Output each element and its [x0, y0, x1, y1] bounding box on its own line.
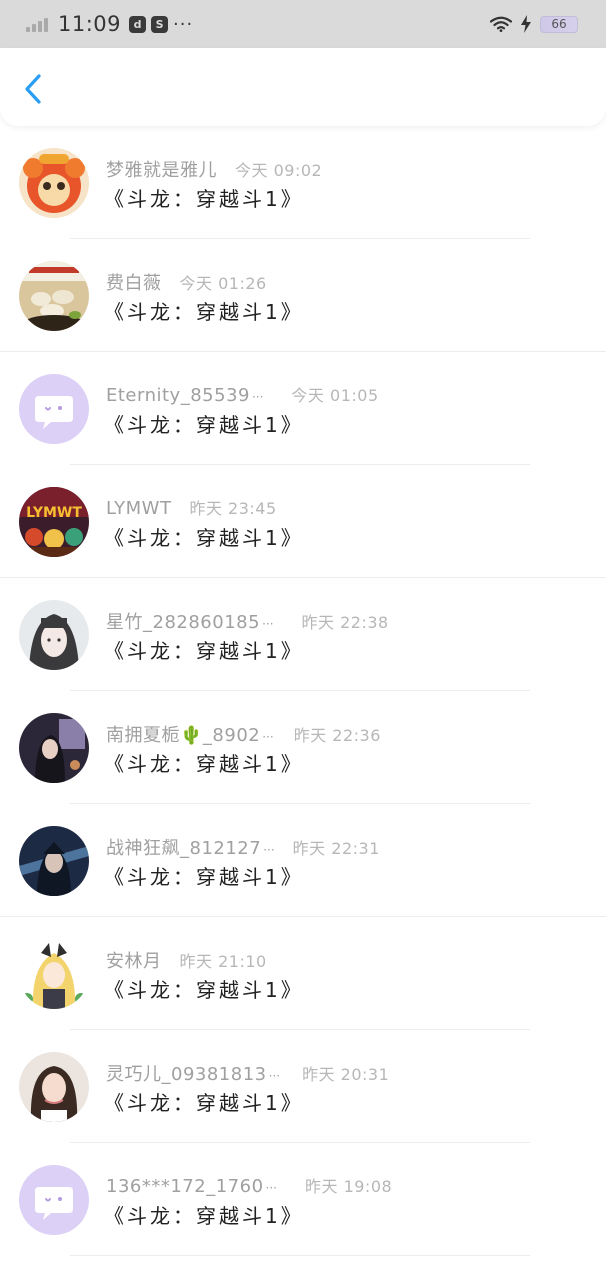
- row-meta: 南拥夏栀🌵_8902 ··· 昨天 22:36: [106, 721, 381, 746]
- timestamp: 昨天 22:31: [292, 839, 380, 858]
- chevron-left-icon: [25, 74, 41, 104]
- book-title: 《斗龙：穿越斗1》: [104, 1204, 304, 1228]
- avatar[interactable]: [19, 1165, 89, 1235]
- user-name: 星竹_282860185: [106, 612, 261, 633]
- user-name: 灵巧儿_09381813: [106, 1064, 267, 1085]
- app-notification-icon: S: [151, 15, 169, 33]
- row-meta: 费白薇 今天 01:26: [106, 269, 267, 294]
- row-meta: 灵巧儿_09381813 ··· 昨天 20:31: [106, 1060, 390, 1085]
- status-time: 11:09: [58, 12, 122, 36]
- avatar[interactable]: LYMWT: [19, 487, 89, 557]
- list-item[interactable]: 战神狂飙_812127 ··· 昨天 22:31 《斗龙：穿越斗1》: [0, 804, 606, 917]
- list-item[interactable]: Eternity_85539 ··· 今天 01:05 《斗龙：穿越斗1》: [0, 352, 606, 465]
- list-item[interactable]: 梦雅就是雅儿 今天 09:02 《斗龙：穿越斗1》: [0, 126, 606, 239]
- timestamp: 昨天 22:36: [293, 726, 381, 745]
- name-ellipsis: ···: [262, 617, 274, 631]
- status-right: 66: [490, 15, 578, 33]
- row-meta: 136***172_1760 ··· 昨天 19:08: [106, 1173, 393, 1197]
- wifi-icon: [490, 16, 512, 32]
- avatar[interactable]: [19, 374, 89, 444]
- row-meta: 安林月 昨天 21:10: [106, 947, 267, 972]
- name-ellipsis: ···: [263, 843, 275, 857]
- avatar[interactable]: [19, 826, 89, 896]
- avatar[interactable]: [19, 261, 89, 331]
- user-name: 战神狂飙_812127: [106, 838, 262, 859]
- timestamp: 今天 01:26: [179, 274, 267, 293]
- tiktok-icon: d: [129, 15, 147, 33]
- list-item[interactable]: 136***172_1760 ··· 昨天 19:08 《斗龙：穿越斗1》: [0, 1143, 606, 1256]
- avatar[interactable]: [19, 148, 89, 218]
- reader-list: 梦雅就是雅儿 今天 09:02 《斗龙：穿越斗1》 费白薇 今天 01:26 《…: [0, 126, 606, 1256]
- user-name: 安林月: [106, 951, 162, 972]
- timestamp: 昨天 23:45: [189, 499, 277, 518]
- book-title: 《斗龙：穿越斗1》: [104, 187, 304, 211]
- list-item[interactable]: 星竹_282860185 ··· 昨天 22:38 《斗龙：穿越斗1》: [0, 578, 606, 691]
- timestamp: 今天 09:02: [235, 161, 323, 180]
- list-item[interactable]: 南拥夏栀🌵_8902 ··· 昨天 22:36 《斗龙：穿越斗1》: [0, 691, 606, 804]
- avatar[interactable]: [19, 713, 89, 783]
- back-button[interactable]: [16, 72, 50, 106]
- list-item[interactable]: 费白薇 今天 01:26 《斗龙：穿越斗1》: [0, 239, 606, 352]
- battery-indicator: 66: [540, 15, 578, 33]
- top-header: [0, 48, 606, 126]
- row-meta: Eternity_85539 ··· 今天 01:05: [106, 382, 379, 406]
- avatar[interactable]: [19, 1052, 89, 1122]
- timestamp: 今天 01:05: [291, 386, 379, 405]
- row-meta: 星竹_282860185 ··· 昨天 22:38: [106, 608, 389, 633]
- user-name: 费白薇: [106, 273, 162, 294]
- list-item[interactable]: 灵巧儿_09381813 ··· 昨天 20:31 《斗龙：穿越斗1》: [0, 1030, 606, 1143]
- list-item[interactable]: 安林月 昨天 21:10 《斗龙：穿越斗1》: [0, 917, 606, 1030]
- timestamp: 昨天 22:38: [301, 613, 389, 632]
- row-meta: 战神狂飙_812127 ··· 昨天 22:31: [106, 834, 380, 859]
- timestamp: 昨天 19:08: [304, 1177, 393, 1196]
- name-ellipsis: ···: [265, 1181, 277, 1195]
- charging-icon: [521, 15, 531, 33]
- book-title: 《斗龙：穿越斗1》: [104, 413, 304, 437]
- divider: [70, 1255, 530, 1256]
- book-title: 《斗龙：穿越斗1》: [104, 300, 304, 324]
- status-bar: 11:09 d S ··· 66: [0, 0, 606, 48]
- user-name: 136***172_1760: [106, 1176, 264, 1197]
- name-ellipsis: ···: [268, 1069, 281, 1083]
- status-left: 11:09 d S ···: [26, 12, 193, 36]
- book-title: 《斗龙：穿越斗1》: [104, 639, 304, 663]
- user-name: 梦雅就是雅儿: [106, 160, 217, 181]
- user-name: Eternity_85539: [106, 385, 250, 406]
- avatar[interactable]: [19, 600, 89, 670]
- book-title: 《斗龙：穿越斗1》: [104, 752, 304, 776]
- svg-text:LYMWT: LYMWT: [26, 505, 82, 521]
- avatar[interactable]: [19, 939, 89, 1009]
- list-item[interactable]: LYMWT LYMWT 昨天 23:45 《斗龙：穿越斗1》: [0, 465, 606, 578]
- book-title: 《斗龙：穿越斗1》: [104, 978, 304, 1002]
- timestamp: 昨天 20:31: [302, 1065, 390, 1084]
- user-name: LYMWT: [106, 498, 172, 519]
- book-title: 《斗龙：穿越斗1》: [104, 1091, 304, 1115]
- book-title: 《斗龙：穿越斗1》: [104, 865, 304, 889]
- more-notifications-icon: ···: [173, 13, 194, 35]
- user-name: 南拥夏栀🌵_8902: [106, 725, 261, 746]
- name-ellipsis: ···: [262, 730, 274, 744]
- row-meta: LYMWT 昨天 23:45: [106, 495, 277, 519]
- timestamp: 昨天 21:10: [179, 952, 267, 971]
- row-meta: 梦雅就是雅儿 今天 09:02: [106, 156, 323, 181]
- signal-icon: [26, 16, 50, 32]
- book-title: 《斗龙：穿越斗1》: [104, 526, 304, 550]
- name-ellipsis: ···: [251, 390, 264, 404]
